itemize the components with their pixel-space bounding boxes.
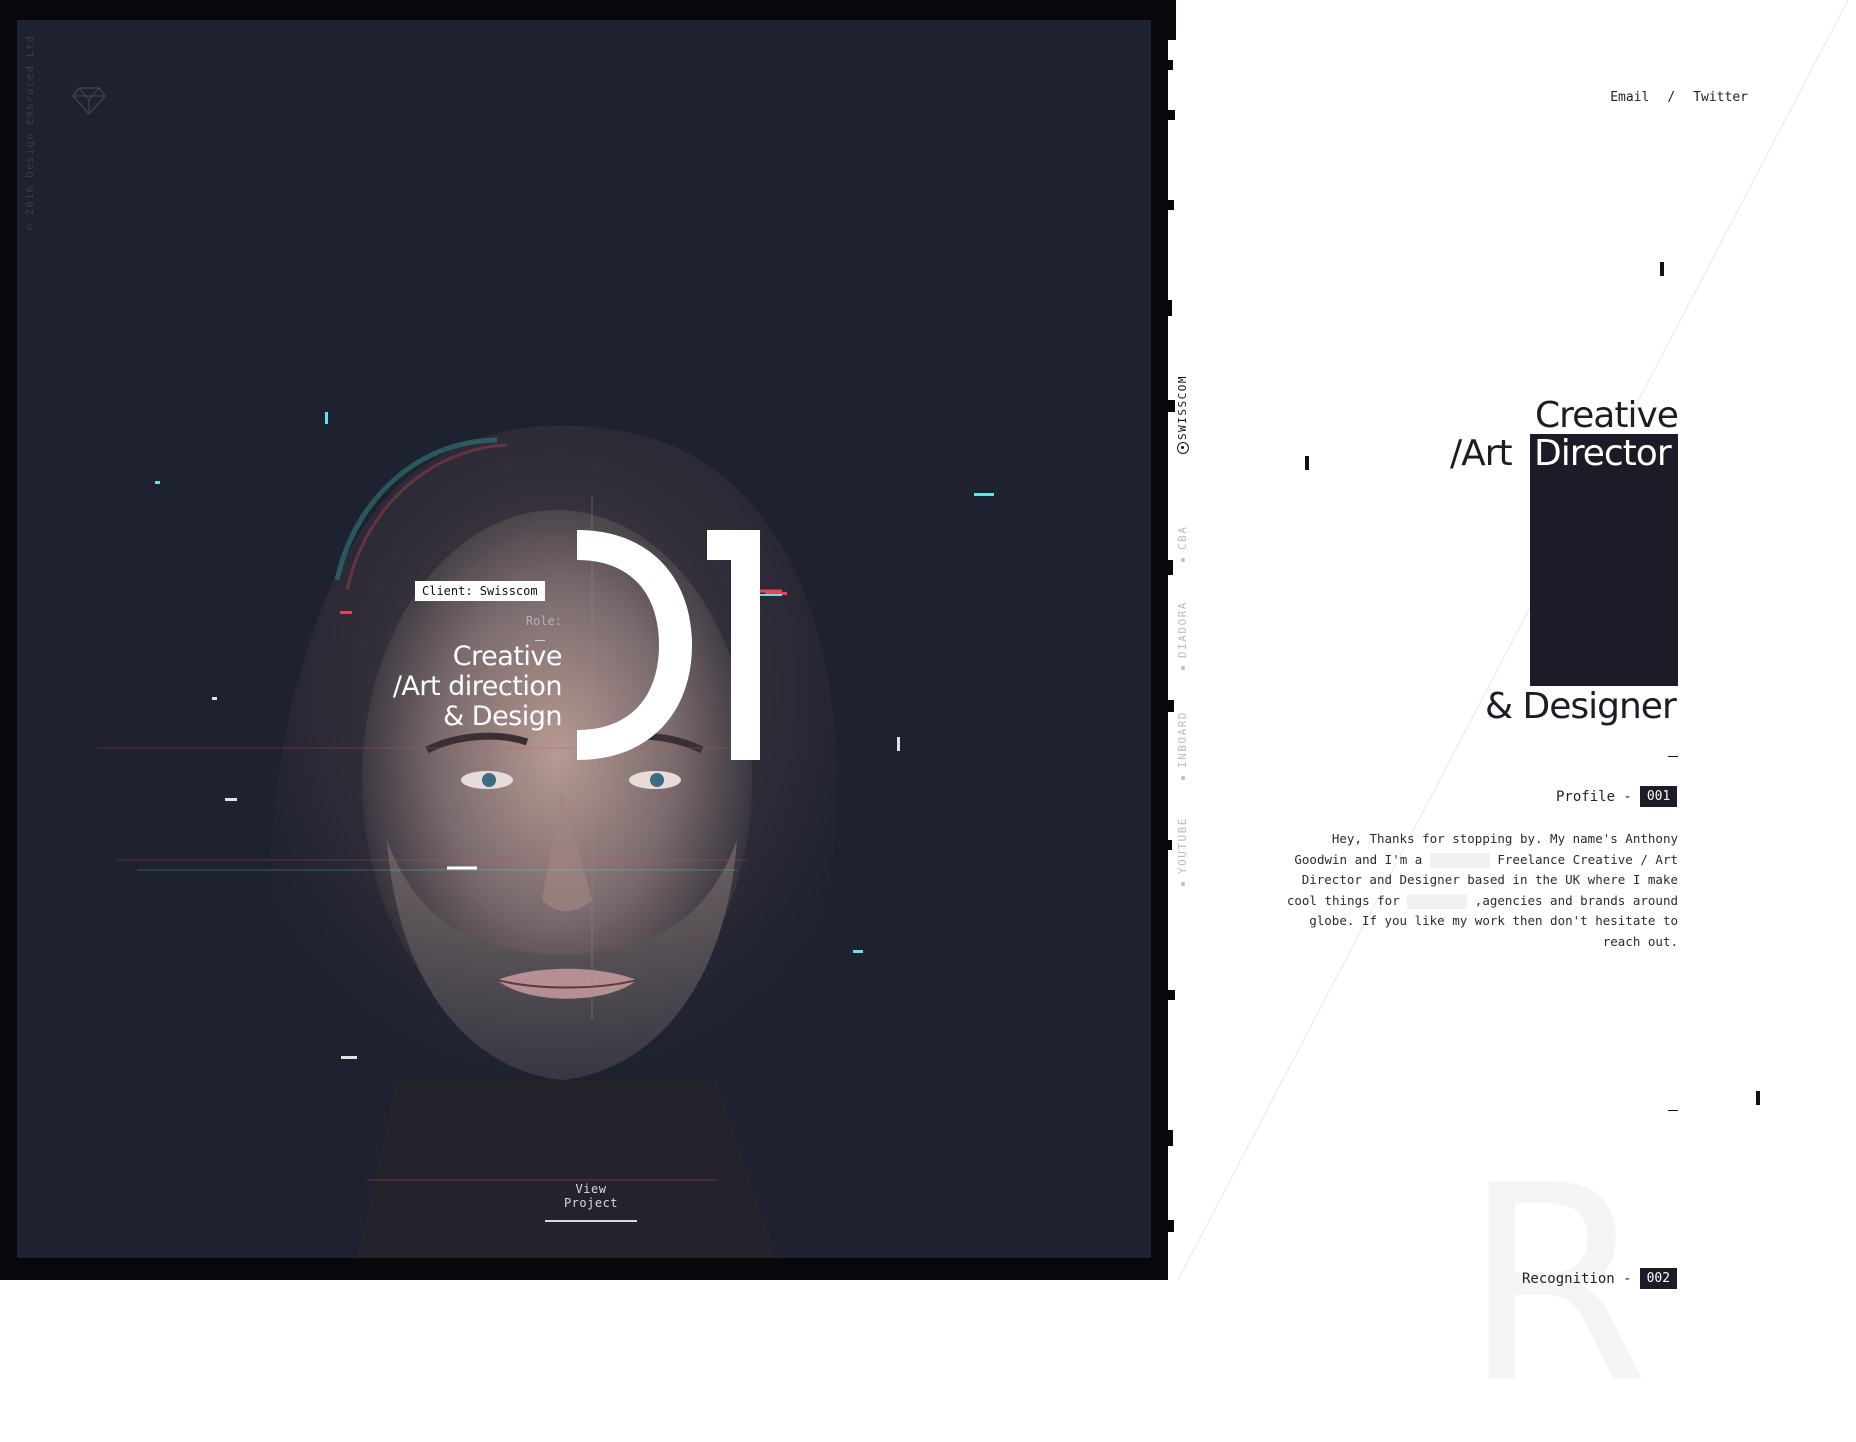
glitch-mark xyxy=(341,1056,357,1059)
profile-label: Profile - xyxy=(1556,788,1632,805)
recognition-section-label: Recognition - 002 xyxy=(1522,1268,1678,1289)
glitch-mark xyxy=(325,412,328,424)
profile-paragraph: Hey, Thanks for stopping by. My name's A… xyxy=(1280,829,1678,952)
decor-tick xyxy=(1660,262,1664,276)
glitch-mark xyxy=(340,611,352,614)
role-label: Role: xyxy=(525,614,562,628)
recognition-number-badge: 002 xyxy=(1639,1268,1678,1289)
client-badge: Client: Swisscom xyxy=(415,581,545,601)
link-separator: / xyxy=(1667,90,1676,105)
glitch-mark xyxy=(212,697,217,700)
glitch-mark xyxy=(853,950,863,953)
title-line-director: Director xyxy=(1534,433,1672,474)
email-link[interactable]: Email xyxy=(1610,90,1649,105)
role-line: & Design xyxy=(443,701,562,732)
glitch-mark xyxy=(225,798,237,801)
recognition-label: Recognition - xyxy=(1522,1270,1632,1287)
profile-section-label: Profile - 001 xyxy=(1556,786,1678,807)
decor-tick xyxy=(1756,1091,1760,1105)
glitch-mark xyxy=(155,481,160,484)
glitch-mark xyxy=(897,737,900,751)
title-line-designer: & Designer xyxy=(1485,686,1677,727)
role-line: /Art direction xyxy=(392,671,563,702)
divider-dash xyxy=(1668,1110,1678,1111)
redacted-word xyxy=(1429,852,1490,868)
contact-links: Email / Twitter xyxy=(1610,90,1748,105)
role-line: Creative xyxy=(452,641,563,672)
redacted-word xyxy=(1407,893,1468,909)
decor-tick xyxy=(1305,456,1309,470)
profile-number-badge: 001 xyxy=(1639,786,1678,807)
glitch-mark xyxy=(974,493,994,496)
role-description: Creative /Art direction & Design xyxy=(257,641,563,732)
view-project-link[interactable]: View Project xyxy=(545,1182,637,1222)
divider-dash xyxy=(1668,756,1678,757)
project-number: 01 xyxy=(577,530,782,760)
title-line-creative: Creative xyxy=(1535,395,1679,436)
project-showcase-panel: © 2016 Design Embraced Ltd Client: Swiss… xyxy=(17,20,1151,1258)
twitter-link[interactable]: Twitter xyxy=(1693,90,1748,105)
title-line-art: /Art xyxy=(1450,433,1513,474)
diagonal-line-decoration xyxy=(1177,0,1849,1280)
